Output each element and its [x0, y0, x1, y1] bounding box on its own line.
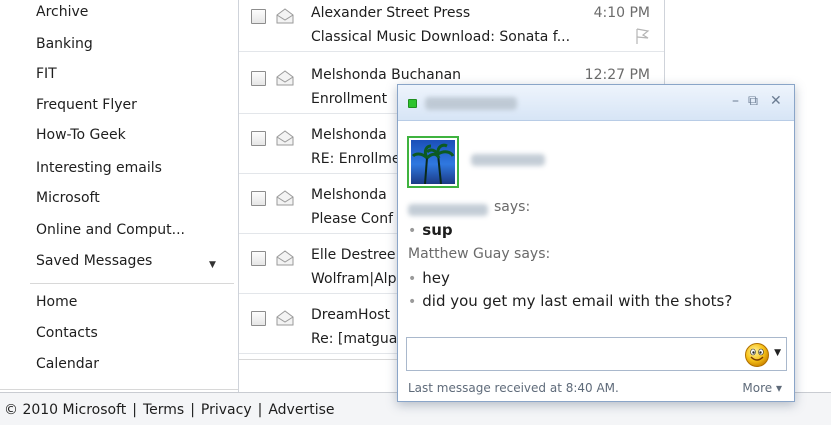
folder-scroll-down-icon[interactable]: ▼	[209, 260, 216, 270]
contact-display-name-redacted	[471, 154, 545, 166]
emoticon-dropdown-icon[interactable]: ▼	[774, 348, 781, 358]
message-sender: Elle Destree	[311, 247, 396, 263]
footer-terms-link[interactable]: Terms	[143, 402, 184, 418]
message-subject: Enrollment	[311, 91, 388, 107]
chat-message: • did you get my last email with the shot…	[408, 292, 732, 310]
folder-item-archive[interactable]: Archive	[36, 4, 88, 20]
chat-message-input[interactable]	[411, 344, 731, 364]
folder-item-online-and-computers[interactable]: Online and Comput...	[36, 222, 185, 238]
folder-item-frequent-flyer[interactable]: Frequent Flyer	[36, 97, 137, 113]
chat-input-box: ▼	[406, 337, 787, 371]
chat-message: • sup	[408, 221, 453, 239]
message-sender: DreamHost	[311, 307, 390, 323]
popout-icon[interactable]: ⧉	[748, 93, 758, 109]
chat-message-text: sup	[422, 221, 453, 239]
chat-message-text: hey	[422, 269, 450, 287]
message-checkbox[interactable]	[251, 311, 266, 326]
chevron-down-icon: ▾	[775, 381, 782, 395]
footer-separator: |	[132, 402, 137, 418]
minimize-icon[interactable]: –	[732, 93, 739, 109]
message-subject: Please Conf	[311, 211, 394, 227]
message-subject: Wolfram|Alp	[311, 271, 397, 287]
more-menu-button[interactable]: More ▾	[742, 381, 782, 395]
message-subject: RE: Enrollme	[311, 151, 401, 167]
chat-message-text: did you get my last email with the shots…	[422, 292, 733, 310]
folder-pane-bottom-border	[0, 389, 238, 390]
contact-avatar[interactable]	[407, 136, 459, 188]
message-time: 4:10 PM	[593, 5, 650, 21]
message-checkbox[interactable]	[251, 9, 266, 24]
folder-item-banking[interactable]: Banking	[36, 36, 93, 52]
message-sender: Melshonda Buchanan	[311, 67, 462, 83]
envelope-icon	[276, 8, 294, 24]
last-message-status: Last message received at 8:40 AM.	[408, 381, 619, 395]
message-checkbox[interactable]	[251, 71, 266, 86]
nav-item-contacts[interactable]: Contacts	[36, 325, 98, 341]
footer-advertise-link[interactable]: Advertise	[268, 402, 334, 418]
bullet: •	[408, 271, 417, 287]
contact-name-redacted	[425, 97, 517, 110]
message-checkbox[interactable]	[251, 191, 266, 206]
folder-item-fit[interactable]: FIT	[36, 66, 57, 82]
envelope-icon	[276, 130, 294, 146]
message-subject: Re: [matgua	[311, 331, 398, 347]
more-label: More	[742, 381, 773, 395]
folder-item-saved-messages[interactable]: Saved Messages	[36, 253, 152, 269]
close-icon[interactable]: ✕	[770, 93, 782, 109]
flag-icon[interactable]	[634, 27, 650, 45]
folder-pane: Archive Banking FIT Frequent Flyer How-T…	[0, 0, 238, 392]
footer-links: © 2010 Microsoft | Terms | Privacy | Advertise	[4, 402, 335, 418]
contact-name-redacted	[408, 204, 488, 216]
envelope-icon	[276, 70, 294, 86]
status-online-icon	[408, 99, 417, 108]
footer-privacy-link[interactable]: Privacy	[201, 402, 252, 418]
message-checkbox[interactable]	[251, 131, 266, 146]
palm-tree-photo	[411, 140, 455, 184]
folder-item-how-to-geek[interactable]: How-To Geek	[36, 127, 126, 143]
message-subject: Classical Music Download: Sonata f...	[311, 29, 571, 45]
nav-item-home[interactable]: Home	[36, 294, 77, 310]
folder-divider	[30, 283, 234, 284]
self-says-label: Matthew Guay says:	[408, 246, 551, 262]
nav-item-calendar[interactable]: Calendar	[36, 356, 99, 372]
message-sender: Melshonda	[311, 127, 387, 143]
app-canvas: Archive Banking FIT Frequent Flyer How-T…	[0, 0, 831, 425]
message-sender: Melshonda	[311, 187, 387, 203]
folder-item-microsoft[interactable]: Microsoft	[36, 190, 100, 206]
folder-item-interesting-emails[interactable]: Interesting emails	[36, 160, 162, 176]
message-checkbox[interactable]	[251, 251, 266, 266]
message-row[interactable]: Alexander Street Press 4:10 PM Classical…	[239, 0, 664, 52]
bullet: •	[408, 223, 417, 239]
chat-message: • hey	[408, 269, 450, 287]
bullet: •	[408, 294, 417, 310]
chat-window: – ⧉ ✕ says: • sup Matthew Guay says: • he	[397, 84, 795, 402]
envelope-icon	[276, 310, 294, 326]
message-sender: Alexander Street Press	[311, 5, 471, 21]
palm-tree-icon	[411, 143, 455, 184]
footer-separator: |	[257, 402, 263, 418]
contact-says-label: says:	[494, 199, 531, 215]
chat-titlebar[interactable]: – ⧉ ✕	[398, 85, 794, 121]
message-time: 12:27 PM	[584, 67, 650, 83]
envelope-icon	[276, 190, 294, 206]
footer-copyright: © 2010 Microsoft	[4, 402, 127, 418]
smiley-emoticon-icon[interactable]	[744, 342, 770, 368]
footer-separator: |	[190, 402, 195, 418]
envelope-icon	[276, 250, 294, 266]
